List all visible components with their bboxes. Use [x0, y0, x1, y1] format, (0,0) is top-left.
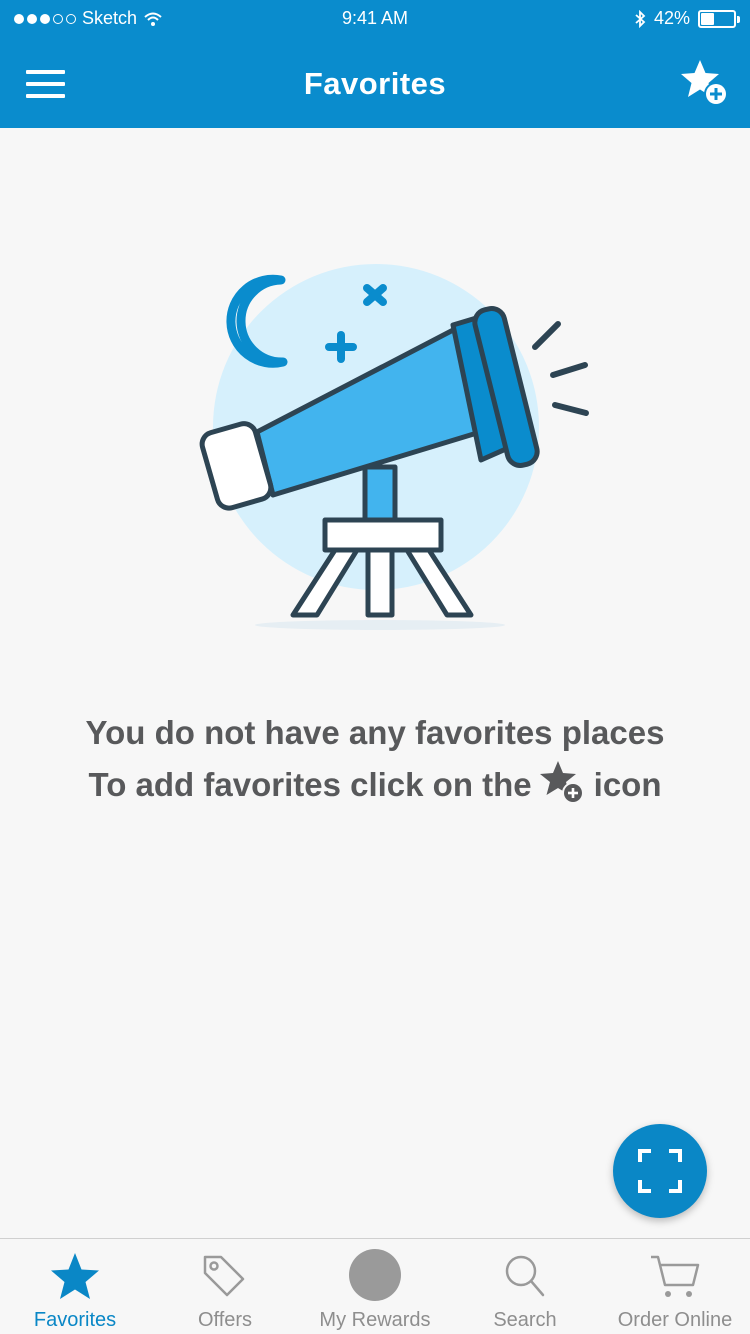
tab-search[interactable]: Search	[450, 1239, 600, 1334]
empty-state-message: You do not have any favorites places To …	[0, 708, 750, 810]
tab-label: Order Online	[617, 1309, 733, 1331]
star-add-icon	[681, 60, 728, 106]
status-bar: Sketch 9:41 AM 42%	[0, 0, 750, 40]
tab-order-online[interactable]: Order Online	[600, 1239, 750, 1334]
star-icon	[51, 1253, 99, 1299]
battery-percent: 42%	[653, 8, 690, 28]
tab-label: Favorites	[33, 1309, 117, 1331]
star-add-icon	[539, 761, 584, 804]
tab-bar: Favorites Offers My Rewards Search Order…	[0, 1238, 750, 1334]
status-right: 42%	[634, 8, 740, 29]
tab-favorites[interactable]: Favorites	[0, 1239, 150, 1334]
tab-my-rewards[interactable]: My Rewards	[300, 1239, 450, 1334]
scan-button[interactable]	[613, 1124, 707, 1218]
cart-icon	[651, 1255, 700, 1297]
tag-icon	[203, 1255, 245, 1297]
search-icon	[505, 1255, 545, 1297]
scan-frame-icon	[638, 1149, 682, 1193]
tab-label: Search	[493, 1309, 557, 1331]
empty-state-line2-start: To add favorites click on the	[88, 766, 532, 803]
battery-icon	[698, 9, 740, 28]
tab-label: Offers	[197, 1309, 253, 1331]
bluetooth-icon	[635, 9, 646, 28]
tab-offers[interactable]: Offers	[150, 1239, 300, 1334]
page-title: Favorites	[303, 66, 447, 101]
rewards-circle-icon	[349, 1249, 401, 1301]
telescope-illustration	[195, 255, 595, 635]
empty-state-line1: You do not have any favorites places	[85, 714, 665, 751]
add-favorite-button[interactable]	[678, 56, 734, 112]
empty-state-line2: To add favorites click on the icon	[0, 758, 750, 810]
tab-label: My Rewards	[319, 1309, 431, 1331]
empty-state-line2-end: icon	[593, 766, 662, 803]
app-header: Sketch 9:41 AM 42% Favorites	[0, 0, 750, 128]
